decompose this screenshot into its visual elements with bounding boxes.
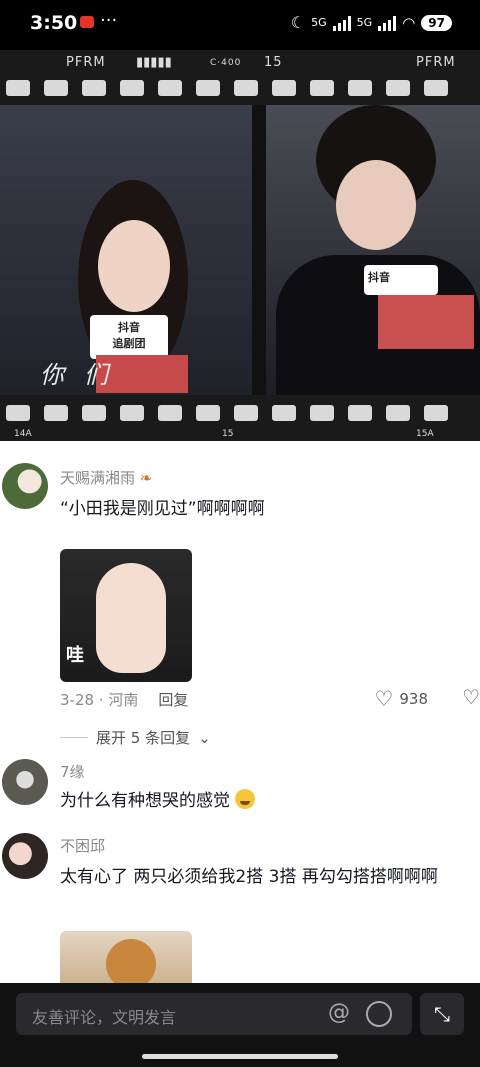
comment-input[interactable]: 友善评论，文明发言 @ bbox=[16, 993, 412, 1035]
frame-label-15a: 15A bbox=[416, 429, 434, 439]
mic-sign-left: 抖音 追剧团 bbox=[90, 315, 168, 359]
expand-replies-button[interactable]: 展开 5 条回复 ⌄ bbox=[60, 727, 211, 748]
video-frame-right: 抖音 bbox=[266, 105, 480, 395]
like-count: 938 bbox=[399, 690, 428, 708]
avatar[interactable] bbox=[2, 833, 48, 879]
mic-body-right bbox=[378, 295, 474, 349]
frame-label-15: 15 bbox=[222, 429, 234, 439]
avatar[interactable] bbox=[2, 759, 48, 805]
film-label-left: PFRM bbox=[66, 55, 106, 70]
frame-label-14a: 14A bbox=[14, 429, 32, 439]
comment-input-bar: 友善评论，文明发言 @ ⤡ bbox=[0, 983, 480, 1067]
collapse-icon[interactable]: ⤡ bbox=[420, 993, 464, 1035]
comment-text: 为什么有种想哭的感觉 bbox=[60, 785, 470, 817]
image-dog bbox=[106, 939, 156, 983]
video-caption: 你们 bbox=[40, 361, 128, 389]
status-right: ☾ 5G 5G ◠ 97 bbox=[291, 13, 452, 32]
film-label-num: 15 bbox=[264, 55, 283, 70]
person-face-right bbox=[336, 160, 416, 250]
status-time: 3:50 bbox=[30, 12, 78, 34]
video-frame-left: 抖音 追剧团 bbox=[0, 105, 252, 395]
film-strip-bottom: 14A 15 15A bbox=[0, 395, 480, 441]
like-button[interactable]: ♡ 938 bbox=[375, 687, 428, 711]
reply-button[interactable]: 回复 bbox=[158, 691, 188, 709]
comment-image[interactable]: 哇 bbox=[60, 549, 192, 682]
film-label-right: PFRM bbox=[416, 55, 456, 70]
comment-text: 太有心了 两只必须给我2搭 3搭 再勾勾搭搭啊啊啊 bbox=[60, 867, 438, 887]
avatar[interactable] bbox=[2, 463, 48, 509]
signal-icon-2 bbox=[378, 15, 397, 31]
comment-username[interactable]: 不困邱 bbox=[60, 835, 105, 856]
mic-sign-right: 抖音 bbox=[364, 265, 438, 295]
comment-list[interactable]: 天赐满湘雨 ❧ “小田我是刚见过”啊啊啊啊 哇 3-28 · 河南 回复 ♡ 938… bbox=[0, 441, 480, 983]
comment-date: 3-28 · 河南 bbox=[60, 691, 139, 709]
divider bbox=[60, 737, 88, 738]
comment-text: “小田我是刚见过”啊啊啊啊 bbox=[60, 499, 265, 519]
leaf-icon: ❧ bbox=[139, 469, 153, 487]
comment-meta: 3-28 · 河南 回复 bbox=[60, 689, 188, 710]
expand-label: 展开 5 条回复 bbox=[96, 729, 191, 747]
battery-level: 97 bbox=[421, 14, 452, 31]
heart-icon: ♡ bbox=[374, 687, 394, 711]
status-more: ··· bbox=[100, 10, 118, 31]
comment-username[interactable]: 7缘 bbox=[60, 761, 85, 782]
film-barcode: ▮▮▮▮▮ bbox=[136, 55, 172, 70]
comment-username[interactable]: 天赐满湘雨 ❧ bbox=[60, 467, 152, 488]
image-face bbox=[96, 563, 166, 673]
emoji-icon[interactable] bbox=[366, 1001, 392, 1027]
signal-icon bbox=[332, 15, 351, 31]
video-player[interactable]: PFRM ▮▮▮▮▮ C·400 15 PFRM 抖音 追剧团 抖音 你们 14… bbox=[0, 50, 480, 441]
chevron-down-icon: ⌄ bbox=[198, 728, 211, 747]
dislike-icon[interactable]: ♡ bbox=[462, 685, 480, 709]
moon-icon: ☾ bbox=[290, 13, 306, 32]
film-strip-top: PFRM ▮▮▮▮▮ C·400 15 PFRM bbox=[0, 50, 480, 105]
status-bar: 3:50 ··· ☾ 5G 5G ◠ 97 bbox=[0, 0, 480, 50]
image-caption: 哇 bbox=[66, 645, 84, 666]
wifi-icon: ◠ bbox=[402, 13, 416, 32]
crying-emoji-icon bbox=[235, 789, 256, 809]
person-face bbox=[98, 220, 170, 312]
comment-input-placeholder: 友善评论，文明发言 bbox=[32, 1008, 177, 1027]
mention-icon[interactable]: @ bbox=[328, 1000, 350, 1025]
film-holes-top bbox=[0, 80, 480, 98]
network-label-1: 5G bbox=[311, 16, 327, 29]
comment-image[interactable] bbox=[60, 931, 192, 983]
home-indicator bbox=[142, 1054, 338, 1059]
film-label-center: C·400 bbox=[210, 58, 242, 68]
network-label-2: 5G bbox=[356, 16, 373, 29]
screen-record-icon bbox=[80, 16, 94, 28]
film-holes-bottom bbox=[0, 405, 480, 423]
